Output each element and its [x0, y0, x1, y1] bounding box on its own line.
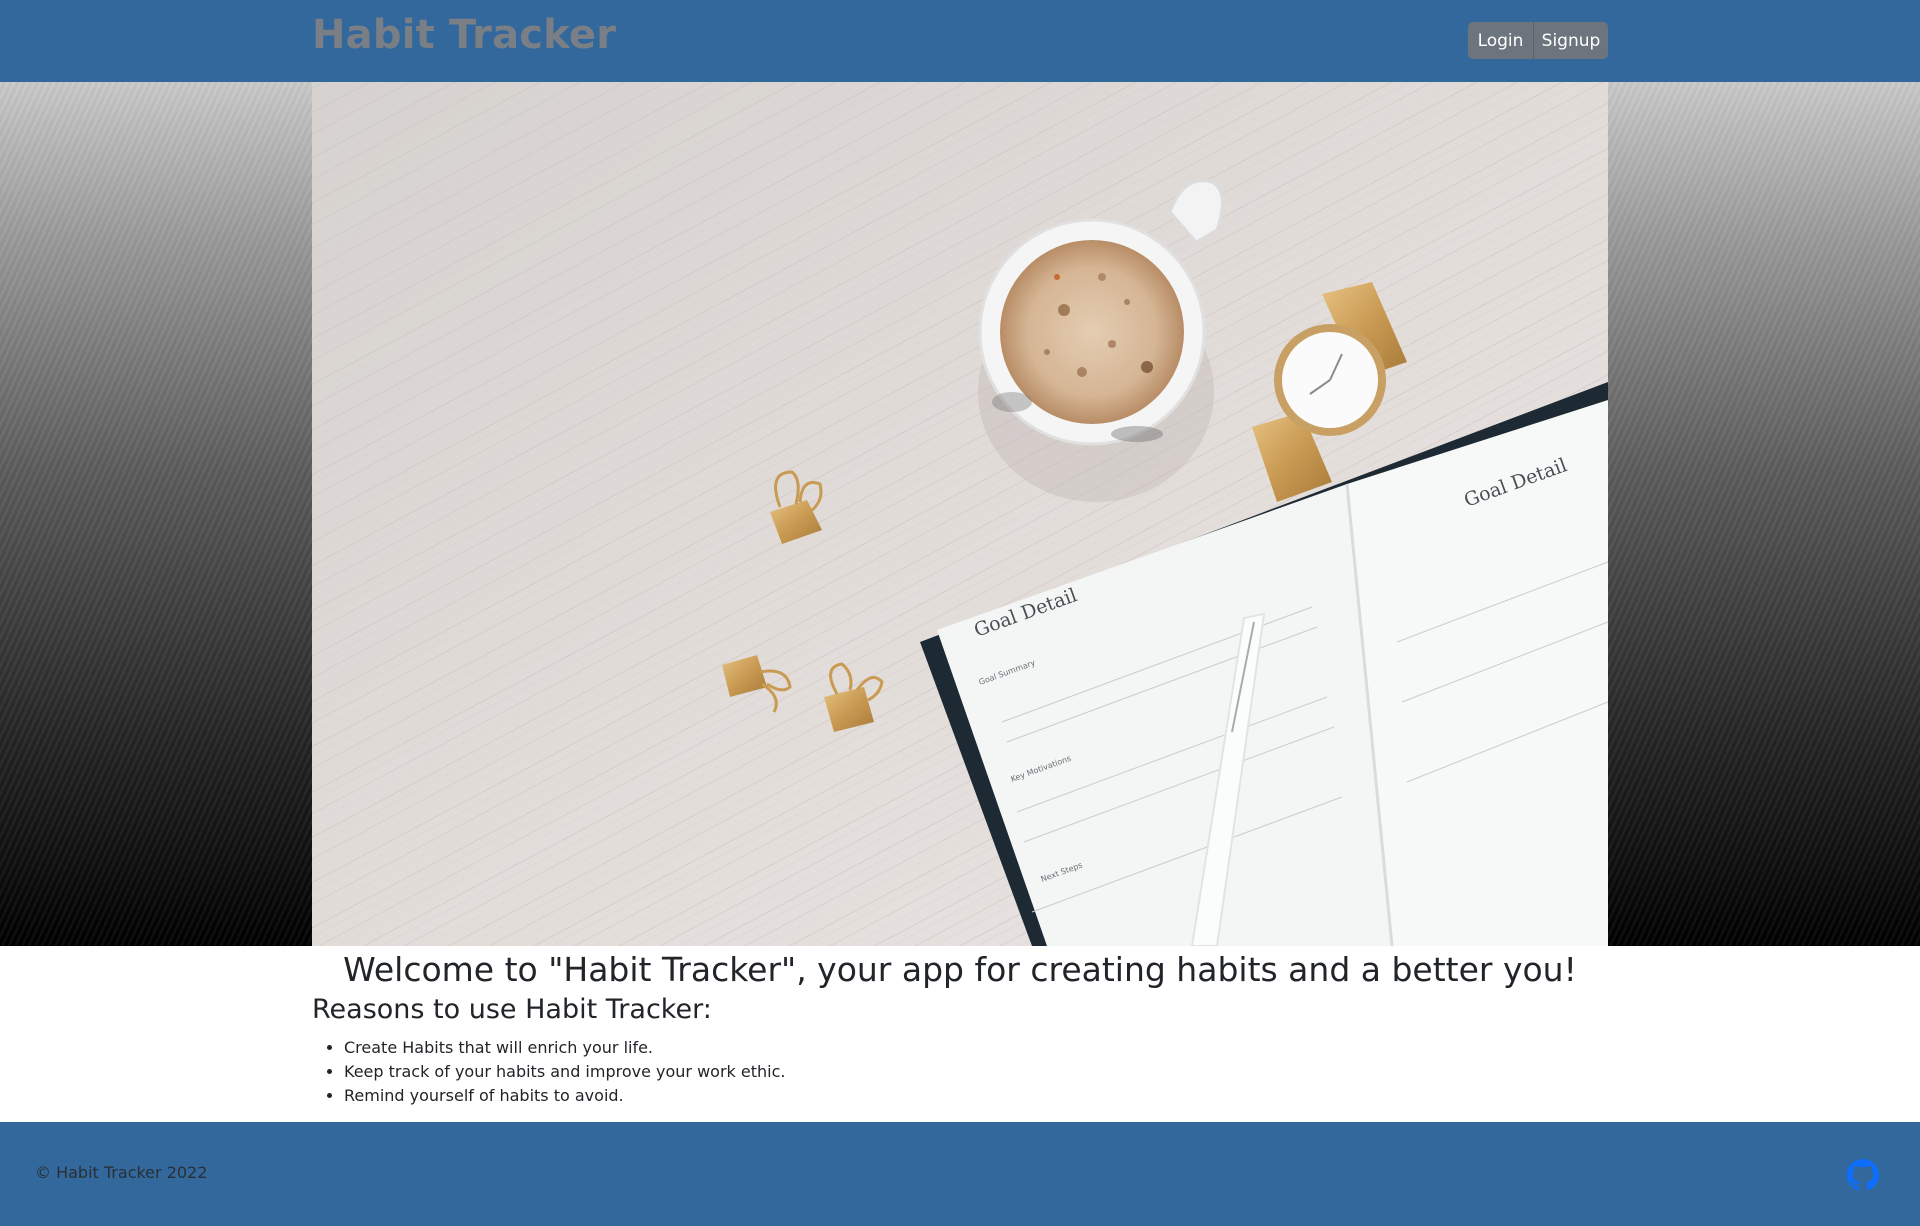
welcome-heading: Welcome to "Habit Tracker", your app for… [343, 950, 1577, 989]
github-icon[interactable] [1847, 1159, 1879, 1191]
hero-backdrop-right [1608, 82, 1920, 946]
main-content: Welcome to "Habit Tracker", your app for… [0, 946, 1920, 1122]
hero-photo: Goal Detail Goal Detail Goal Summary Key… [312, 82, 1608, 946]
hero-backdrop-left [0, 82, 312, 946]
footer: © Habit Tracker 2022 [0, 1122, 1920, 1226]
list-item: Remind yourself of habits to avoid. [344, 1084, 785, 1108]
login-button[interactable]: Login [1468, 22, 1534, 59]
copyright-text: © Habit Tracker 2022 [35, 1163, 208, 1182]
navbar: Habit Tracker Login Signup [0, 0, 1920, 82]
list-item: Keep track of your habits and improve yo… [344, 1060, 785, 1084]
reasons-list: Create Habits that will enrich your life… [312, 1036, 785, 1108]
reasons-heading: Reasons to use Habit Tracker: [312, 994, 712, 1025]
list-item: Create Habits that will enrich your life… [344, 1036, 785, 1060]
signup-button[interactable]: Signup [1534, 22, 1608, 59]
auth-button-group: Login Signup [1468, 22, 1608, 59]
brand-title[interactable]: Habit Tracker [312, 12, 616, 58]
hero-banner: Goal Detail Goal Detail Goal Summary Key… [0, 82, 1920, 946]
